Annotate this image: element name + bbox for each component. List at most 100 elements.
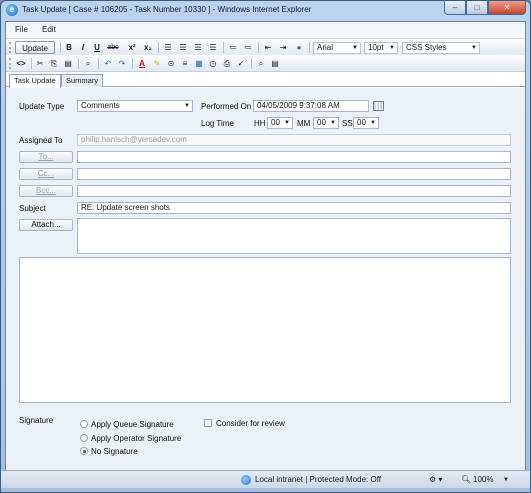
bcc-button[interactable]: Bcc... bbox=[19, 185, 73, 197]
to-field[interactable] bbox=[77, 151, 511, 163]
css-styles-select[interactable]: CSS Styles ▼ bbox=[402, 42, 480, 54]
chevron-down-icon: ▼ bbox=[471, 45, 477, 51]
paste-icon[interactable]: ▤ bbox=[62, 57, 74, 70]
toolbar-grip bbox=[9, 42, 11, 53]
radio-operator-signature[interactable] bbox=[80, 434, 88, 442]
justify-icon[interactable]: ☰ bbox=[207, 41, 219, 54]
chevron-down-icon: ▼ bbox=[389, 45, 395, 51]
special-chars-icon[interactable]: ✓ bbox=[235, 57, 247, 70]
assigned-to-field: philip.hanisch@versadev.com bbox=[77, 134, 511, 146]
attach-button[interactable]: Attach... bbox=[19, 219, 73, 231]
toolbar-grip bbox=[9, 58, 11, 69]
strikethrough-icon[interactable]: abc bbox=[106, 41, 120, 54]
queue-signature-label: Apply Queue Signature bbox=[91, 420, 174, 429]
cut-icon[interactable]: ✂ bbox=[34, 57, 46, 70]
toolbar-separator bbox=[251, 58, 252, 69]
radio-no-signature[interactable] bbox=[80, 447, 88, 455]
redo-icon[interactable]: ↷ bbox=[116, 57, 128, 70]
cc-field[interactable] bbox=[77, 168, 511, 180]
subscript-icon[interactable]: x₂ bbox=[142, 41, 154, 54]
zoom-level[interactable]: 100% bbox=[473, 474, 493, 486]
close-button[interactable]: ✕ bbox=[488, 1, 526, 15]
table-icon[interactable]: ▦ bbox=[193, 57, 205, 70]
subject-label: Subject bbox=[19, 204, 46, 213]
document-icon[interactable]: ▤ bbox=[269, 57, 281, 70]
zoom-icon[interactable]: 🔍︎ bbox=[461, 474, 471, 486]
update-type-label: Update Type bbox=[19, 102, 65, 111]
toolbar-separator bbox=[31, 58, 32, 69]
html-source-icon[interactable]: <> bbox=[14, 57, 28, 70]
tab-task-update[interactable]: Task Update bbox=[9, 74, 61, 88]
radio-queue-signature[interactable] bbox=[80, 420, 88, 428]
performed-on-input[interactable]: 04/05/2009 9:37:08 AM bbox=[253, 100, 369, 112]
subject-input[interactable]: RE: Update screen shots bbox=[77, 202, 511, 214]
signature-label: Signature bbox=[19, 416, 54, 425]
indent-icon[interactable]: ⇥ bbox=[277, 41, 289, 54]
highlight-icon[interactable]: ✎ bbox=[151, 57, 163, 70]
toolbar-separator bbox=[132, 58, 133, 69]
maximize-button[interactable]: □ bbox=[466, 1, 488, 15]
cc-button[interactable]: Cc... bbox=[19, 168, 73, 180]
italic-icon[interactable]: I bbox=[78, 41, 88, 54]
bold-icon[interactable]: B bbox=[64, 41, 74, 54]
font-name-value: Arial bbox=[317, 43, 334, 52]
toolbar-separator bbox=[223, 42, 224, 53]
align-left-icon[interactable]: ☰ bbox=[162, 41, 174, 54]
numbered-list-icon[interactable]: ≔ bbox=[227, 41, 239, 54]
css-styles-value: CSS Styles bbox=[406, 43, 447, 52]
mm-label: MM bbox=[297, 119, 311, 128]
bullet-list-icon[interactable]: ≔ bbox=[242, 41, 254, 54]
font-name-select[interactable]: Arial ▼ bbox=[313, 42, 361, 54]
copy-icon[interactable]: ⎘ bbox=[48, 57, 60, 70]
title-bar: e Task Update [ Case # 106205 - Task Num… bbox=[1, 1, 530, 21]
preview-icon[interactable]: ⎙ bbox=[221, 57, 233, 70]
mm-value: 00 bbox=[317, 118, 326, 127]
chevron-down-icon[interactable]: ▼ bbox=[503, 474, 509, 486]
security-zone-status[interactable]: Local intranet | Protected Mode: Off bbox=[255, 474, 381, 486]
outdent-icon[interactable]: ⇤ bbox=[262, 41, 274, 54]
toolbar-separator bbox=[60, 42, 61, 53]
chevron-down-icon: ▼ bbox=[330, 120, 336, 126]
chevron-down-icon: ▼ bbox=[184, 103, 190, 109]
calendar-icon[interactable] bbox=[373, 101, 384, 111]
toolbar-separator bbox=[258, 42, 259, 53]
menu-file[interactable]: File bbox=[15, 25, 28, 34]
font-size-select[interactable]: 10pt ▼ bbox=[364, 42, 398, 54]
tab-summary[interactable]: Summary bbox=[61, 74, 104, 87]
clock-icon[interactable]: ◷ bbox=[207, 57, 219, 70]
mm-select[interactable]: 00 ▼ bbox=[313, 117, 339, 129]
toolbar-separator bbox=[78, 58, 79, 69]
toolbar-separator bbox=[158, 42, 159, 53]
update-type-select[interactable]: Comments ▼ bbox=[77, 100, 193, 112]
align-right-icon[interactable]: ☰ bbox=[192, 41, 204, 54]
update-button[interactable]: Update bbox=[15, 41, 55, 54]
browser-window: e Task Update [ Case # 106205 - Task Num… bbox=[0, 0, 531, 493]
horizontal-rule-icon[interactable]: ≡ bbox=[179, 57, 191, 70]
window-title: Task Update [ Case # 106205 - Task Numbe… bbox=[22, 5, 312, 14]
assigned-to-label: Assigned To bbox=[19, 136, 63, 145]
font-color-icon[interactable]: A bbox=[136, 57, 148, 70]
consider-review-checkbox[interactable] bbox=[204, 419, 212, 427]
log-time-label: Log Time bbox=[201, 119, 234, 128]
bcc-field[interactable] bbox=[77, 185, 511, 197]
chevron-down-icon: ▼ bbox=[284, 120, 290, 126]
paperclip-icon[interactable]: ⌕ bbox=[82, 57, 94, 70]
minimize-button[interactable]: – bbox=[444, 1, 466, 15]
spellcheck-icon[interactable]: ● bbox=[293, 41, 305, 54]
superscript-icon[interactable]: x² bbox=[126, 41, 138, 54]
undo-icon[interactable]: ↶ bbox=[102, 57, 114, 70]
hh-select[interactable]: 00 ▼ bbox=[267, 117, 293, 129]
ss-select[interactable]: 00 ▼ bbox=[353, 117, 379, 129]
find-replace-icon[interactable]: ⌕ bbox=[255, 57, 267, 70]
message-body-editor[interactable] bbox=[19, 257, 511, 403]
protected-mode-icon[interactable]: ⚙ ▾ bbox=[429, 474, 442, 486]
hyperlink-icon[interactable]: ⊝ bbox=[165, 57, 177, 70]
underline-icon[interactable]: U bbox=[92, 41, 102, 54]
menu-edit[interactable]: Edit bbox=[42, 25, 56, 34]
align-center-icon[interactable]: ☰ bbox=[177, 41, 189, 54]
toolbar-separator bbox=[309, 42, 310, 53]
attachments-area[interactable] bbox=[77, 218, 511, 254]
chevron-down-icon: ▼ bbox=[352, 45, 358, 51]
operator-signature-label: Apply Operator Signature bbox=[91, 434, 182, 443]
to-button[interactable]: To... bbox=[19, 151, 73, 163]
